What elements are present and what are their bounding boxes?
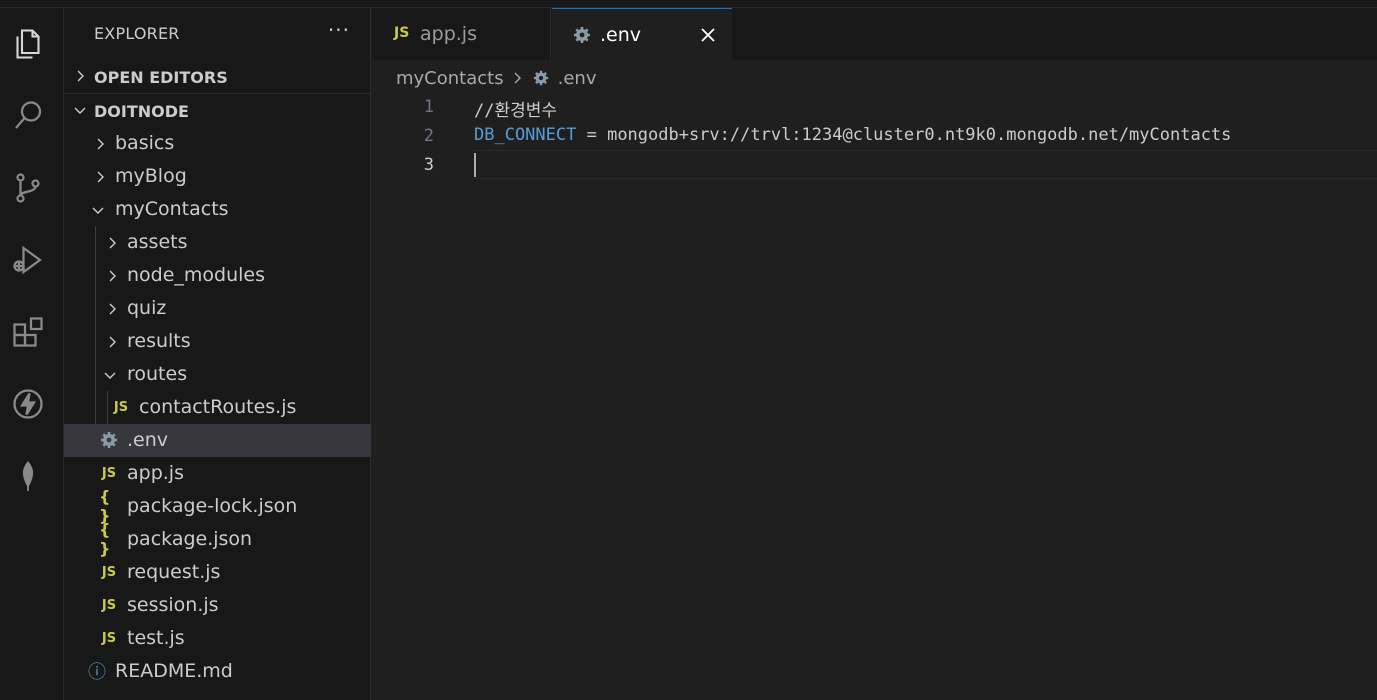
tree-item-label: routes <box>127 363 188 385</box>
chevron-down-icon <box>104 372 116 379</box>
tree-item-basics[interactable]: basics <box>64 127 371 160</box>
chevron-down-icon <box>74 107 86 114</box>
run-debug-icon[interactable] <box>0 232 56 288</box>
chevron-right-icon <box>97 138 104 150</box>
code-line: 3 <box>372 151 1377 180</box>
chevron-right-icon <box>109 270 116 282</box>
chevron-right-icon <box>97 171 104 183</box>
tree-item-results[interactable]: results <box>64 325 371 358</box>
breadcrumb-file[interactable]: .env <box>558 68 597 89</box>
js-file-icon: JS <box>394 25 410 41</box>
json-file-icon: { } <box>99 487 111 525</box>
tree-item-request-js[interactable]: JS request.js <box>64 556 371 589</box>
chevron-right-icon <box>77 70 84 82</box>
tree-item-label: myBlog <box>115 165 187 187</box>
tab-label: .env <box>600 24 642 46</box>
gear-icon <box>101 432 117 448</box>
editor-tab-bar: JS app.js .env <box>372 8 1377 60</box>
gear-icon <box>574 27 590 43</box>
code-editor[interactable]: 1 //환경변수 2 DB_CONNECT = mongodb+srv://tr… <box>372 92 1377 700</box>
text-cursor <box>474 153 476 177</box>
tree-item-env[interactable]: .env <box>64 424 371 457</box>
tab-app-js[interactable]: JS app.js <box>372 8 551 60</box>
tree-item-label: quiz <box>127 297 167 319</box>
source-control-icon[interactable] <box>0 160 56 216</box>
js-file-icon: JS <box>101 564 117 580</box>
open-editors-title: OPEN EDITORS <box>94 68 228 87</box>
line-number: 3 <box>423 155 434 175</box>
window-top-strip <box>0 0 1377 8</box>
tree-item-package-json[interactable]: { } package.json <box>64 520 371 558</box>
open-editors-section[interactable]: OPEN EDITORS <box>64 60 371 93</box>
env-value: mongodb+srv://trvl:1234@cluster0.nt9k0.m… <box>607 125 1232 145</box>
tree-item-readme-md[interactable]: ⓘ README.md <box>64 655 371 688</box>
chevron-down-icon <box>92 207 104 214</box>
activity-bar <box>0 8 64 700</box>
env-operator: = <box>576 125 608 145</box>
explorer-title: EXPLORER <box>94 24 180 43</box>
tree-item-assets[interactable]: assets <box>64 226 371 259</box>
tree-item-label: session.js <box>127 594 219 616</box>
line-number: 1 <box>423 97 434 117</box>
mongodb-leaf-icon[interactable] <box>0 448 56 504</box>
thunder-client-icon[interactable] <box>0 376 56 432</box>
code-line: 1 //환경변수 <box>372 93 1377 122</box>
js-file-icon: JS <box>101 630 117 646</box>
chevron-right-icon <box>109 237 116 249</box>
comment-text: //환경변수 <box>474 101 558 121</box>
tree-item-label: basics <box>115 132 175 154</box>
workspace-section[interactable]: DOITNODE <box>64 94 371 127</box>
tree-item-label: package.json <box>127 528 253 550</box>
tree-item-label: test.js <box>127 627 185 649</box>
tree-item-contactroutes-js[interactable]: JS contactRoutes.js <box>64 391 371 424</box>
tree-item-label: .env <box>127 429 169 451</box>
tree-item-label: myContacts <box>115 198 229 220</box>
breadcrumb: myContacts .env <box>396 66 596 90</box>
extensions-icon[interactable] <box>0 304 56 360</box>
chevron-right-icon <box>109 303 116 315</box>
breadcrumb-folder[interactable]: myContacts <box>396 68 504 89</box>
tree-item-label: assets <box>127 231 188 253</box>
tree-item-quiz[interactable]: quiz <box>64 292 371 325</box>
tree-item-label: contactRoutes.js <box>139 396 297 418</box>
json-file-icon: { } <box>99 520 111 558</box>
code-line: 2 DB_CONNECT = mongodb+srv://trvl:1234@c… <box>372 122 1377 151</box>
tree-item-test-js[interactable]: JS test.js <box>64 622 371 655</box>
js-file-icon: JS <box>101 465 117 481</box>
js-file-icon: JS <box>113 399 129 415</box>
tree-item-mycontacts[interactable]: myContacts <box>64 193 371 226</box>
tree-item-node-modules[interactable]: node_modules <box>64 259 371 292</box>
workspace-title: DOITNODE <box>94 102 189 121</box>
tree-item-label: app.js <box>127 462 184 484</box>
tree-item-label: request.js <box>127 561 221 583</box>
tree-item-package-lock-json[interactable]: { } package-lock.json <box>64 487 371 525</box>
close-icon[interactable] <box>698 25 718 45</box>
explorer-icon[interactable] <box>0 16 56 72</box>
tree-item-label: node_modules <box>127 264 266 286</box>
tree-item-routes[interactable]: routes <box>64 358 371 391</box>
tree-item-label: results <box>127 330 191 352</box>
env-key: DB_CONNECT <box>474 125 577 145</box>
line-content: //환경변수 <box>474 96 557 121</box>
chevron-right-icon <box>109 336 116 348</box>
tree-item-myblog[interactable]: myBlog <box>64 160 371 193</box>
info-icon: ⓘ <box>88 662 106 683</box>
chevron-right-icon <box>514 72 521 84</box>
tab-label: app.js <box>420 23 477 45</box>
tree-item-app-js[interactable]: JS app.js <box>64 457 371 490</box>
line-content: DB_CONNECT = mongodb+srv://trvl:1234@clu… <box>474 125 1231 145</box>
explorer-sidebar: EXPLORER ··· OPEN EDITORS DOITNODE basic… <box>64 8 371 700</box>
search-icon[interactable] <box>0 88 56 144</box>
tab-env[interactable]: .env <box>552 8 732 60</box>
tree-item-label: package-lock.json <box>127 495 298 517</box>
gear-icon <box>533 70 548 86</box>
tree-item-session-js[interactable]: JS session.js <box>64 589 371 622</box>
js-file-icon: JS <box>101 597 117 613</box>
tree-item-label: README.md <box>115 660 233 682</box>
more-actions-icon[interactable]: ··· <box>328 18 350 42</box>
line-number: 2 <box>423 126 434 146</box>
